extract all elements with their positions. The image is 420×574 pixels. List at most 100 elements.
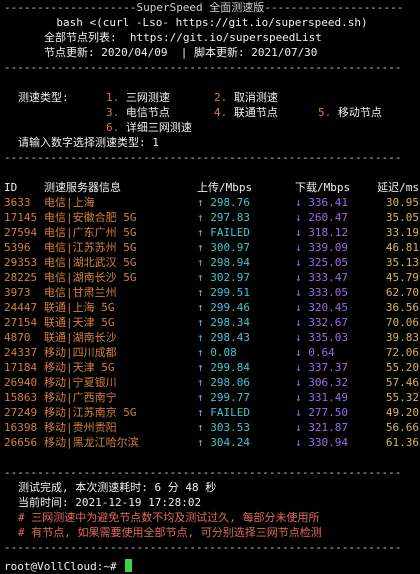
row-latency: 61.36 <box>385 436 419 449</box>
row-download: ↓ 306.32 <box>295 376 348 389</box>
row-id: 16398 <box>4 421 38 434</box>
table-header: ID 测速服务器信息 上传/Mbps 下载/Mbps 延迟/ms <box>4 180 420 195</box>
table-row: 26656 移动|黑龙江哈尔滨 ↑ 304.24 ↓ 330.94 61.36 <box>4 435 420 450</box>
row-latency: 55.32 <box>385 391 419 404</box>
row-server: 移动|黑龙江哈尔滨 <box>44 436 139 449</box>
row-upload: ↑ 299.51 <box>197 286 250 299</box>
table-row: 29353 电信|湖北武汉 5G ↑ 298.94 ↓ 325.05 35.13 <box>4 255 420 270</box>
menu-option-5[interactable]: 5. 移动节点 <box>318 105 414 120</box>
row-server: 联通|上海 5G <box>44 301 115 314</box>
row-download: ↓ 332.67 <box>295 316 348 329</box>
row-id: 3973 <box>4 286 31 299</box>
row-id: 26940 <box>4 376 38 389</box>
row-upload: ↑ 303.53 <box>197 421 250 434</box>
row-upload: ↑ 298.34 <box>197 316 250 329</box>
row-upload: ↑ 304.24 <box>197 436 250 449</box>
terminal-window[interactable]: --------------------SuperSpeed 全面测速版----… <box>0 0 420 573</box>
menu-option-1[interactable]: 1. 三网测速 <box>106 90 214 105</box>
row-id: 15863 <box>4 391 38 404</box>
row-download: ↓ 333.47 <box>295 271 348 284</box>
row-download: ↓ 320.45 <box>295 301 348 314</box>
row-upload: ↑ FAILED <box>197 406 250 419</box>
row-download: ↓ 325.05 <box>295 256 348 269</box>
row-latency: 33.19 <box>385 226 419 239</box>
row-download: ↓ 339.09 <box>295 241 348 254</box>
table-row: 24447 联通|上海 5G ↑ 299.46 ↓ 320.45 36.56 <box>4 300 420 315</box>
speedtest-type-menu: 测速类型: 1. 三网测速 2. 取消测速 3. 电信节点 4. 联通节点 5.… <box>18 90 420 135</box>
menu-option-2[interactable]: 2. 取消测速 <box>214 90 318 105</box>
banner-update: 节点更新: 2020/04/09 | 脚本更新: 2021/07/30 <box>44 46 318 59</box>
menu-option-4[interactable]: 4. 联通节点 <box>214 105 318 120</box>
row-id: 27249 <box>4 406 38 419</box>
header-id: ID <box>4 181 18 194</box>
banner-title: SuperSpeed 全面测速版 <box>136 1 265 14</box>
separator: ----------------------------------------… <box>4 151 402 164</box>
note-line-1: # 三网测速中为避免节点数不均及测试过久, 每部分未使用所 <box>18 511 320 524</box>
table-row: 15863 移动|广西南宁 ↑ 299.77 ↓ 331.49 55.32 <box>4 390 420 405</box>
row-id: 24337 <box>4 346 38 359</box>
row-server: 移动|贵州贵阳 <box>44 421 117 434</box>
row-id: 28225 <box>4 271 38 284</box>
row-latency: 46.81 <box>385 241 419 254</box>
row-server: 电信|湖南长沙 5G <box>44 271 137 284</box>
row-latency: 39.83 <box>385 331 419 344</box>
separator-top: --------------------SuperSpeed 全面测速版----… <box>4 1 404 14</box>
row-upload: ↑ 300.97 <box>197 241 250 254</box>
row-id: 4870 <box>4 331 31 344</box>
row-latency: 30.95 <box>385 196 419 209</box>
row-latency: 45.79 <box>385 271 419 284</box>
row-id: 17184 <box>4 361 38 374</box>
row-server: 电信|安徽合肥 5G <box>44 211 137 224</box>
row-download: ↓ 321.87 <box>295 421 348 434</box>
row-id: 3633 <box>4 196 31 209</box>
row-id: 17145 <box>4 211 38 224</box>
row-latency: 57.46 <box>385 376 419 389</box>
table-row: 3633 电信|上海 ↑ 298.76 ↓ 336.41 30.95 <box>4 195 420 210</box>
table-row: 17145 电信|安徽合肥 5G ↑ 297.83 ↓ 260.47 35.05 <box>4 210 420 225</box>
row-download: ↓ 0.64 <box>295 346 335 359</box>
row-upload: ↑ FAILED <box>197 226 250 239</box>
row-server: 移动|宁夏银川 <box>44 376 117 389</box>
row-latency: 35.13 <box>385 256 419 269</box>
row-upload: ↑ 299.77 <box>197 391 250 404</box>
row-latency: 36.56 <box>385 301 419 314</box>
test-complete-text: 测试完成, 本次测速耗时: 6 分 48 秒 <box>18 481 217 494</box>
row-id: 26656 <box>4 436 38 449</box>
table-row: 5396 电信|江苏苏州 5G ↑ 300.97 ↓ 339.09 46.81 <box>4 240 420 255</box>
row-id: 27154 <box>4 316 38 329</box>
banner-node-list: 全部节点列表: https://git.io/superspeedList <box>44 31 322 44</box>
table-row: 16398 移动|贵州贵阳 ↑ 303.53 ↓ 321.87 56.66 <box>4 420 420 435</box>
menu-label: 测速类型: <box>18 91 69 104</box>
row-upload: ↑ 298.06 <box>197 376 250 389</box>
row-server: 移动|四川成都 <box>44 346 117 359</box>
row-latency: 70.06 <box>385 316 419 329</box>
table-row: 27594 电信|广东广州 5G ↑ FAILED ↓ 318.12 33.19 <box>4 225 420 240</box>
row-upload: ↑ 0.08 <box>197 346 237 359</box>
row-latency: 55.20 <box>385 361 419 374</box>
table-row: 17184 移动|天津 5G ↑ 299.84 ↓ 337.37 55.20 <box>4 360 420 375</box>
menu-option-6[interactable]: 6. 详细三网测速 <box>106 120 214 135</box>
header-download: 下载/Mbps <box>295 181 351 194</box>
row-download: ↓ 337.37 <box>295 361 348 374</box>
separator: ----------------------------------------… <box>4 541 402 554</box>
row-download: ↓ 336.41 <box>295 196 348 209</box>
header-server: 测速服务器信息 <box>44 181 121 194</box>
row-upload: ↑ 297.83 <box>197 211 250 224</box>
table-row: 27249 移动|江苏南京 5G ↑ FAILED ↓ 277.50 49.20 <box>4 405 420 420</box>
row-latency: 62.70 <box>385 286 419 299</box>
row-server: 移动|江苏南京 5G <box>44 406 137 419</box>
table-row: 4870 联通|湖南长沙 ↑ 298.43 ↓ 335.03 39.83 <box>4 330 420 345</box>
note-line-2: # 有节点, 如果需要使用全部节点, 可分别选择三网节点检测 <box>18 526 322 539</box>
shell-prompt[interactable]: root@VollCloud:~# <box>4 559 420 574</box>
row-id: 5396 <box>4 241 31 254</box>
row-download: ↓ 331.49 <box>295 391 348 404</box>
row-id: 27594 <box>4 226 38 239</box>
menu-option-3[interactable]: 3. 电信节点 <box>106 105 214 120</box>
header-latency: 延迟/ms <box>377 181 419 194</box>
row-server: 电信|甘肃兰州 <box>44 286 117 299</box>
separator: ----------------------------------------… <box>4 466 402 479</box>
row-latency: 49.20 <box>385 406 419 419</box>
row-upload: ↑ 302.97 <box>197 271 250 284</box>
row-download: ↓ 260.47 <box>295 211 348 224</box>
row-download: ↓ 277.50 <box>295 406 348 419</box>
